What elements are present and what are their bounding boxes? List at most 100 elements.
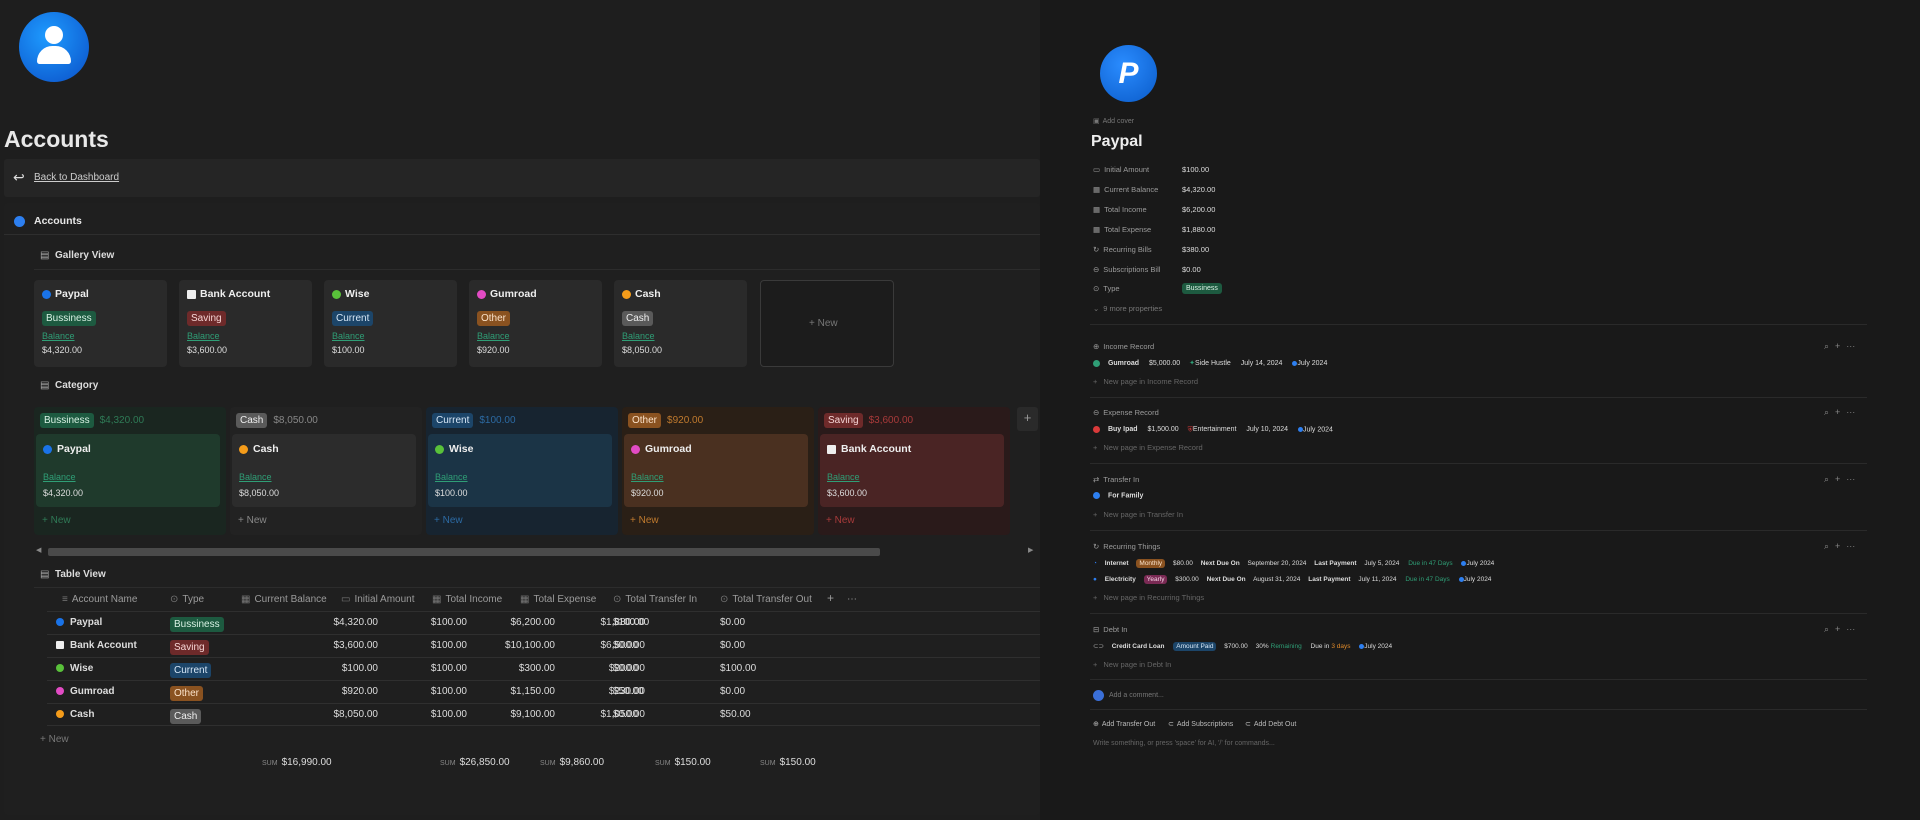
col-total-expense[interactable]: ▦ Total Expense <box>520 594 596 605</box>
number-icon: ▭ <box>341 594 351 605</box>
prop-value[interactable]: $6,200.00 <box>1182 205 1215 214</box>
prop-value[interactable]: $380.00 <box>1182 245 1209 254</box>
board-card[interactable]: Bank Account Balance $3,600.00 <box>820 434 1004 507</box>
balance-link[interactable]: Balance <box>622 331 655 341</box>
add-group-icon[interactable]: + <box>1017 407 1038 431</box>
back-to-dashboard-link[interactable]: Back to Dashboard <box>34 172 119 183</box>
board-card[interactable]: Cash Balance $8,050.00 <box>232 434 416 507</box>
col-initial-amount[interactable]: ▭ Initial Amount <box>341 594 415 605</box>
new-expense-button[interactable]: + New page in Expense Record <box>1093 443 1203 452</box>
debt-row[interactable]: ⊂⊃ Credit Card Loan Amount Paid $700.00 … <box>1093 642 1392 651</box>
add-subscriptions-button[interactable]: ⊂ Add Subscriptions <box>1168 720 1233 728</box>
prop-value[interactable]: $0.00 <box>1182 265 1201 274</box>
link-icon: ⊂ <box>1168 721 1174 728</box>
col-total-transfer-in[interactable]: ⊙ Total Transfer In <box>613 594 697 605</box>
add-debt-out-button[interactable]: ⊂ Add Debt Out <box>1245 720 1296 728</box>
wise-icon <box>56 664 64 673</box>
gallery-card[interactable]: Gumroad Other Balance $920.00 <box>469 280 602 367</box>
board-new-button[interactable]: + New <box>42 515 71 526</box>
gallery-card[interactable]: Bank Account Saving Balance $3,600.00 <box>179 280 312 367</box>
write-placeholder[interactable]: Write something, or press 'space' for AI… <box>1093 740 1275 747</box>
rollup-icon: ▦ <box>520 594 530 605</box>
recurring-row[interactable]: ● Electricity Yearly $300.00 Next Due On… <box>1093 575 1491 584</box>
add-cover-button[interactable]: ▣ Add cover <box>1093 117 1134 125</box>
horizontal-scrollbar[interactable]: ◀ ▶ <box>34 546 1040 556</box>
board-card[interactable]: Wise Balance $100.00 <box>428 434 612 507</box>
balance-link[interactable]: Balance <box>187 331 220 341</box>
section-tools[interactable]: ⌕+⋯ <box>1824 624 1861 635</box>
balance-link[interactable]: Balance <box>332 331 365 341</box>
new-income-button[interactable]: + New page in Income Record <box>1093 377 1198 386</box>
more-icon[interactable]: ⋯ <box>847 594 857 605</box>
list-icon: ≡ <box>62 594 68 605</box>
back-arrow-icon: ↩ <box>13 169 25 185</box>
gumroad-icon <box>477 289 486 299</box>
paypal-logo: P <box>1100 45 1157 102</box>
gallery-view-title: Gallery View <box>55 250 115 261</box>
section-tools[interactable]: ⌕+⋯ <box>1824 474 1861 485</box>
col-type[interactable]: ⊙ Type <box>170 594 204 605</box>
prop-value[interactable]: Bussiness <box>1182 283 1222 294</box>
balance-link[interactable]: Balance <box>42 331 75 341</box>
table-row[interactable]: Paypal Bussiness $4,320.00 $100.00 $6,20… <box>47 611 1040 634</box>
rollup-icon: ▦ <box>1093 205 1101 214</box>
table-row[interactable]: Cash Cash $8,050.00 $100.00 $9,100.00 $1… <box>47 703 1040 726</box>
board-new-button[interactable]: + New <box>238 515 267 526</box>
gallery-icon: ▤ <box>40 250 50 261</box>
scroll-right-icon[interactable]: ▶ <box>1028 546 1033 554</box>
board-new-button[interactable]: + New <box>630 515 659 526</box>
board-card[interactable]: Gumroad Balance $920.00 <box>624 434 808 507</box>
section-tools[interactable]: ⌕+⋯ <box>1824 407 1861 418</box>
gallery-new-card[interactable]: + New <box>760 280 894 367</box>
table-row[interactable]: Bank Account Saving $3,600.00 $100.00 $1… <box>47 634 1040 657</box>
prop-value[interactable]: $1,880.00 <box>1182 225 1215 234</box>
col-current-balance[interactable]: ▦ Current Balance <box>241 594 327 605</box>
back-callout: ↩ Back to Dashboard <box>4 159 1040 197</box>
section-tools[interactable]: ⌕+⋯ <box>1824 341 1861 352</box>
formula-icon: ▦ <box>1093 185 1101 194</box>
board-column-other: Other $920.00 Gumroad Balance $920.00 + N… <box>622 407 814 535</box>
avatar <box>19 12 89 82</box>
balance-value: $8,050.00 <box>622 345 663 355</box>
sum-total-expense: SUM $9,860.00 <box>540 757 605 768</box>
add-column-icon[interactable]: + <box>827 591 834 605</box>
detail-title: Paypal <box>1091 133 1143 150</box>
expense-icon <box>1093 426 1100 433</box>
gallery-card[interactable]: Paypal Bussiness Balance $4,320.00 <box>34 280 167 367</box>
new-debt-button[interactable]: + New page in Debt In <box>1093 660 1171 669</box>
recurring-row[interactable]: ◔ Internet Monthly $80.00 Next Due On Se… <box>1093 559 1494 568</box>
gallery-card[interactable]: Wise Current Balance $100.00 <box>324 280 457 367</box>
transfer-in-header: ⇄ Transfer In <box>1093 475 1140 484</box>
section-tools[interactable]: ⌕+⋯ <box>1824 541 1861 552</box>
comment-input[interactable]: Add a comment... <box>1109 692 1164 699</box>
balance-link[interactable]: Balance <box>477 331 510 341</box>
accounts-heading: Accounts <box>34 215 82 227</box>
scrollbar-thumb[interactable] <box>48 548 880 556</box>
wise-icon <box>332 289 341 299</box>
cash-icon <box>56 710 64 719</box>
board-card[interactable]: Paypal Balance $4,320.00 <box>36 434 220 507</box>
col-account-name[interactable]: ≡ Account Name <box>62 594 137 605</box>
add-transfer-out-button[interactable]: ⊕ Add Transfer Out <box>1093 720 1155 728</box>
table-row[interactable]: Wise Current $100.00 $100.00 $300.00 $20… <box>47 657 1040 680</box>
prop-value[interactable]: $4,320.00 <box>1182 185 1215 194</box>
debt-in-header: ⊟ Debt In <box>1093 625 1128 634</box>
select-icon: ⊙ <box>170 594 179 605</box>
table-new-row-button[interactable]: + New <box>40 734 69 745</box>
scroll-left-icon[interactable]: ◀ <box>36 546 41 554</box>
col-total-income[interactable]: ▦ Total Income <box>432 594 502 605</box>
sum-current-balance: SUM $16,990.00 <box>262 757 332 768</box>
new-recurring-button[interactable]: + New page in Recurring Things <box>1093 593 1204 602</box>
table-row[interactable]: Gumroad Other $920.00 $100.00 $1,150.00 … <box>47 680 1040 703</box>
new-transfer-button[interactable]: + New page in Transfer In <box>1093 510 1183 519</box>
transfer-row[interactable]: For Family <box>1093 492 1143 499</box>
income-row[interactable]: Gumroad $5,000.00 ✦Side Hustle July 14, … <box>1093 359 1327 367</box>
prop-total-income: ▦ Total Income <box>1093 205 1147 214</box>
prop-value[interactable]: $100.00 <box>1182 165 1209 174</box>
board-new-button[interactable]: + New <box>826 515 855 526</box>
board-new-button[interactable]: + New <box>434 515 463 526</box>
expense-row[interactable]: Buy Ipad $1,500.00 ⛨Entertainment July 1… <box>1093 426 1333 434</box>
more-properties-toggle[interactable]: ⌄ 9 more properties <box>1093 304 1162 313</box>
gallery-card[interactable]: Cash Cash Balance $8,050.00 <box>614 280 747 367</box>
col-total-transfer-out[interactable]: ⊙ Total Transfer Out <box>720 594 812 605</box>
